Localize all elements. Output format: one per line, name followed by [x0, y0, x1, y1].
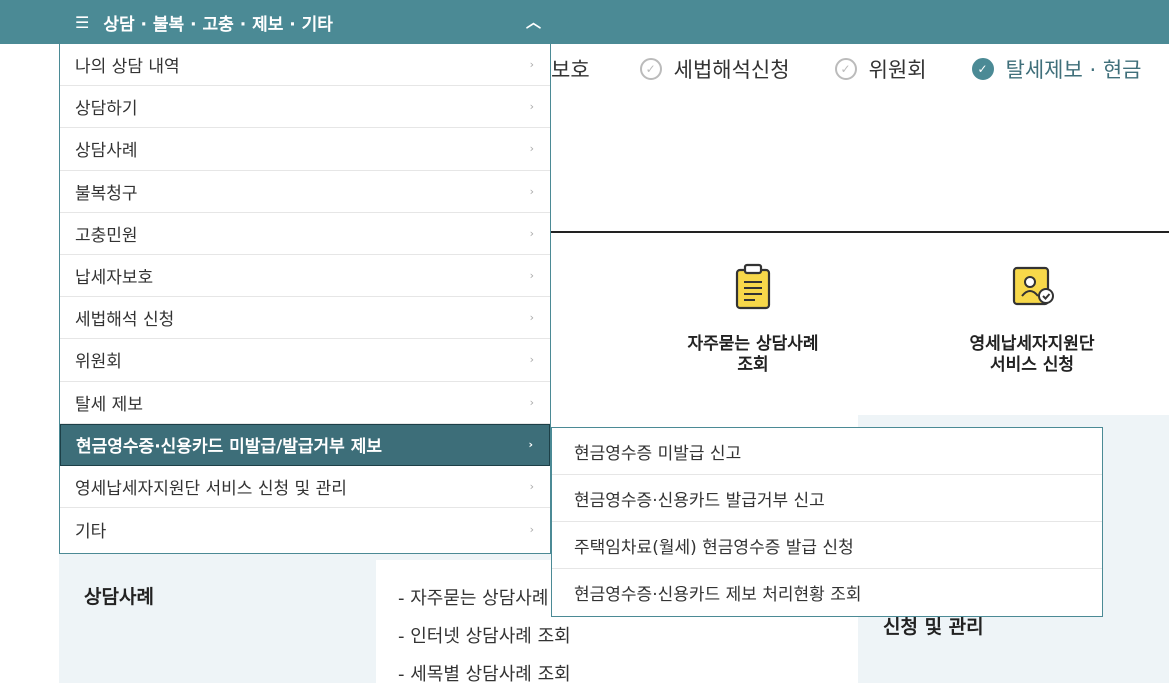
menu-item-label: 영세납세자지원단 서비스 신청 및 관리 [75, 478, 347, 499]
chevron-right-icon: › [529, 142, 534, 156]
subnav-label: 위원회 [868, 58, 927, 82]
submenu-item[interactable]: 현금영수증·신용카드 제보 처리현황 조회 [552, 569, 1102, 616]
menu-item-label: 나의 상담 내역 [75, 57, 180, 78]
menu-item-grievance[interactable]: 고충민원 › [60, 213, 550, 255]
menu-item-consult[interactable]: 상담하기 › [60, 86, 550, 129]
internet-case-link[interactable]: - 인터넷 상담사례 조회 [398, 622, 571, 648]
hamburger-icon: ☰ [75, 12, 90, 32]
menu-item-committee[interactable]: 위원회 › [60, 339, 550, 382]
menu-item-label: 고충민원 [75, 225, 138, 246]
chevron-right-icon: › [529, 58, 534, 72]
menu-item-label: 현금영수증·신용카드 미발급/발급거부 제보 [76, 437, 383, 458]
check-circle-icon: ✓ [971, 58, 994, 80]
quick-link-label: 자주묻는 상담사례 [687, 334, 819, 354]
chevron-right-icon: › [529, 269, 534, 283]
subnav-label: 탈세제보 · 현금 [1005, 58, 1142, 82]
subnav-label: 세법해석신청 [673, 58, 790, 82]
chevron-right-icon: › [529, 353, 534, 367]
subnav-item-interpretation[interactable]: ✓ 세법해석신청 [639, 54, 790, 84]
quick-link-faq[interactable]: 자주묻는 상담사례 조회 [653, 262, 853, 376]
submenu: 현금영수증 미발급 신고 현금영수증·신용카드 발급거부 신고 주택임차료(월세… [551, 427, 1103, 617]
menu-item-interpretation[interactable]: 세법해석 신청 › [60, 297, 550, 340]
menu-arrow [551, 0, 569, 44]
section-title: 상담사례 [84, 586, 154, 608]
chevron-right-icon: › [529, 100, 534, 114]
subnav-label: 보호 [551, 58, 590, 82]
divider [551, 231, 1169, 233]
chevron-right-icon: › [529, 311, 534, 325]
faq-link[interactable]: - 자주묻는 상담사례 [398, 584, 548, 610]
certificate-icon [1010, 262, 1054, 310]
sub-navigation: 보호 ✓ 세법해석신청 ✓ 위원회 ✓ 탈세제보 · 현금 [551, 44, 1169, 94]
menu-item-label: 기타 [75, 521, 107, 542]
menu-item-label: 상담하기 [75, 99, 138, 120]
subnav-item-committee[interactable]: ✓ 위원회 [834, 54, 927, 84]
document-icon [731, 262, 775, 310]
menu-item-my-consult[interactable]: 나의 상담 내역 › [60, 44, 550, 87]
quick-link-label: 영세납세자지원단 [969, 334, 1095, 354]
chevron-right-icon: › [528, 438, 533, 452]
menu-item-label: 납세자보호 [75, 268, 154, 289]
check-icon: ✓ [834, 58, 857, 80]
dropdown-menu: 나의 상담 내역 › 상담하기 › 상담사례 › 불복청구 › 고충민원 › 납세자보호 ›… [59, 44, 551, 554]
menu-item-label: 위원회 [75, 352, 122, 373]
menu-title: 상담 · 불복 · 고충 · 제보 · 기타 [103, 14, 333, 35]
menu-item-cash-receipt[interactable]: 현금영수증·신용카드 미발급/발급거부 제보 › [60, 423, 550, 466]
menu-item-label: 상담사례 [75, 141, 138, 162]
chevron-right-icon: › [529, 395, 534, 409]
submenu-item[interactable]: 현금영수증 미발급 신고 [552, 428, 1102, 475]
tax-case-link[interactable]: - 세목별 상담사례 조회 [398, 660, 571, 686]
menu-item-label: 세법해석 신청 [75, 310, 175, 331]
chevron-right-icon: › [529, 479, 534, 493]
subnav-item-protection[interactable]: 보호 [551, 54, 590, 84]
quick-link-label: 서비스 신청 [989, 355, 1075, 375]
chevron-right-icon: › [529, 522, 534, 536]
menu-item-small-business[interactable]: 영세납세자지원단 서비스 신청 및 관리 › [60, 466, 550, 509]
menu-item-label: 불복청구 [75, 183, 138, 204]
chevron-up-icon: ︿ [525, 13, 541, 31]
submenu-item[interactable]: 주택임차료(월세) 현금영수증 발급 신청 [552, 522, 1102, 569]
submenu-item[interactable]: 현금영수증·신용카드 발급거부 신고 [552, 475, 1102, 522]
menu-item-tax-report[interactable]: 탈세 제보 › [60, 382, 550, 424]
quick-link-support[interactable]: 영세납세자지원단 서비스 신청 [932, 262, 1132, 376]
subnav-item-report[interactable]: ✓ 탈세제보 · 현금 [971, 54, 1142, 84]
chevron-right-icon: › [529, 184, 534, 198]
menu-item-etc[interactable]: 기타 › [60, 508, 550, 550]
menu-toggle-button[interactable]: ☰ 상담 · 불복 · 고충 · 제보 · 기타 ︿ [59, 0, 551, 44]
menu-item-cases[interactable]: 상담사례 › [60, 128, 550, 171]
menu-item-taxpayer-protection[interactable]: 납세자보호 › [60, 255, 550, 298]
menu-item-label: 탈세 제보 [75, 394, 143, 415]
chevron-right-icon: › [529, 226, 534, 240]
quick-link-label: 조회 [737, 355, 769, 375]
check-icon: ✓ [639, 58, 662, 80]
menu-item-appeal[interactable]: 불복청구 › [60, 171, 550, 213]
